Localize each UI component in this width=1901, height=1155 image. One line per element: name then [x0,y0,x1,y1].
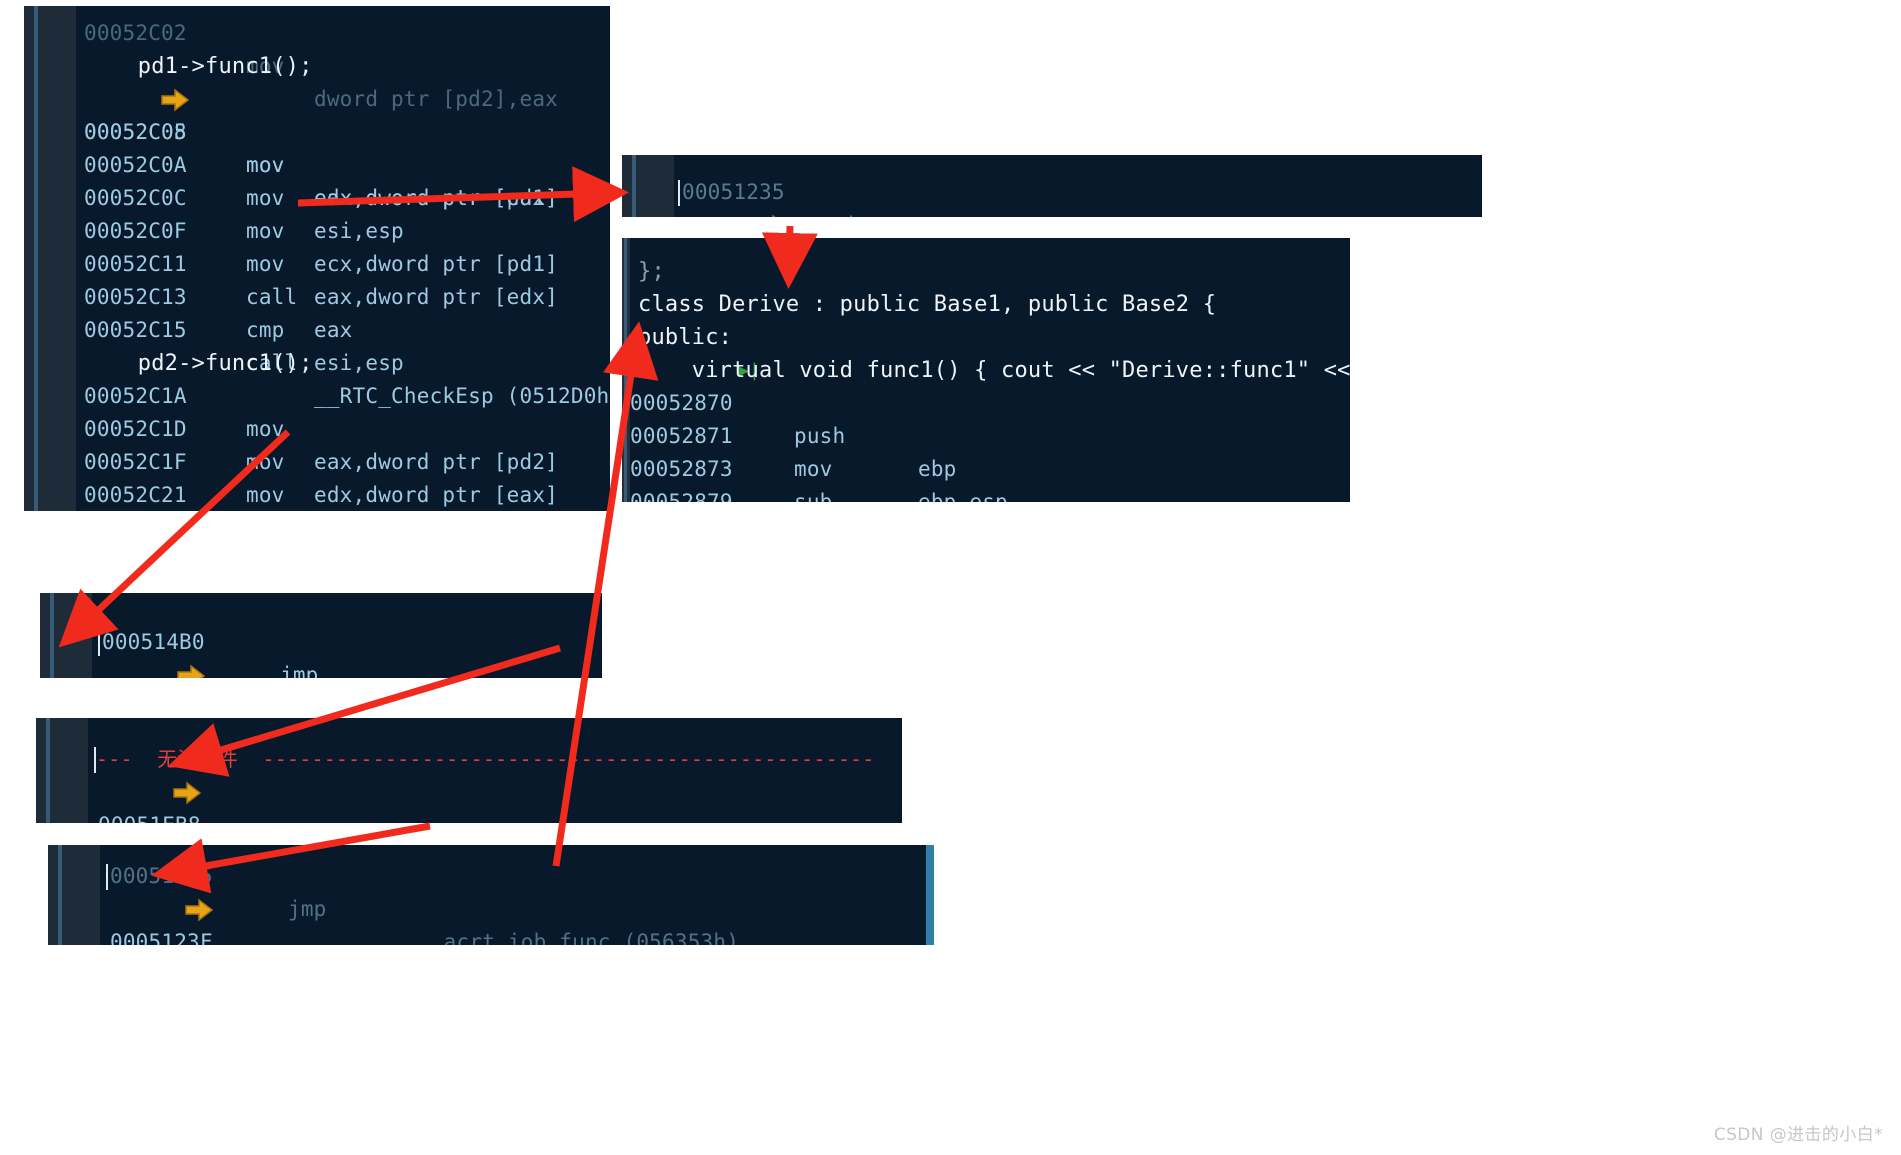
table-row[interactable]: 00052C1D mov edx,dword ptr [eax] [24,380,610,507]
table-row[interactable]: 0005123F jmp std::basic_ostream<char,std… [48,893,934,945]
table-row[interactable]: 00052871 mov ebp,esp [622,387,1350,502]
table-row[interactable]: 0005123F jmp std::basic_ostream<char,std… [622,209,1482,217]
source-line-virtual-func[interactable]: virtual void func1() { cout << "Derive::… [622,321,1350,383]
current-instruction-arrow [56,860,214,922]
table-row[interactable]: 00051244 jmp main::func1 (0523CB0h) [48,926,934,945]
current-instruction-arrow [630,176,776,217]
no-source-file-separator: --- 无源文件 -------------------------------… [36,718,902,771]
csdn-watermark: CSDN @进击的小白* [1713,1125,1883,1145]
table-row[interactable]: 00052C08 mov edx,dword ptr [eax] [24,83,610,210]
table-row[interactable]: 00051EB5 sub ecx,8 已用时间 <= 1ms [36,743,902,805]
table-row[interactable]: 00052C0A mov esi,esp [24,116,610,243]
screenshot-stage: 00052C02 mov dword ptr [pd2],eax pd1->fu… [0,0,1901,1155]
disassembly-rows: 000514B0 jmp Base1::func2 (0528F0h) 0005… [40,593,602,678]
panel-disassembly-main[interactable]: 00052C02 mov dword ptr [pd2],eax pd1->fu… [24,6,610,511]
panel-derive-source[interactable]: }; class Derive : public Base1, public B… [622,238,1350,502]
table-row[interactable]: 00051235 jmp __acrt_iob_func (056353h) [48,845,934,945]
table-row[interactable]: 00052C24 mov eax,dword ptr [edx] [24,479,610,511]
table-row[interactable]: 00052C11 call eax [24,215,610,342]
table-row[interactable]: 000514B5 jmp Derive::func1 (051EB5h) [40,626,602,678]
disassembly-rows: 00051235 jmp __acrt_iob_func (056353h) 0… [48,845,934,945]
table-row[interactable]: 00051235 jmp __acrt_iob_func (056353h) [622,155,1482,217]
table-row[interactable]: 0005123A jmp Derive::func1 (052870h) 已用时… [622,176,1482,217]
panel-thunk-top[interactable]: 00051235 jmp __acrt_iob_func (056353h) 0… [622,155,1482,217]
table-row[interactable]: 00051EBD jmp dword ptr [__imp_std::basic… [36,809,902,823]
table-row[interactable]: 00052C15 call __RTC_CheckEsp (0512D0h) [24,281,610,408]
table-row[interactable]: 00052C13 cmp esi,esp [24,248,610,375]
table-row[interactable]: 00052C21 mov ecx,dword ptr [pd2] [24,446,610,507]
table-row[interactable]: 0005123A jmp Derive::func1 (052870h) 已用时… [48,860,934,922]
source-rows: }; class Derive : public Base1, public B… [622,238,1350,502]
panel-vtable-thunks[interactable]: 000514B0 jmp Base1::func2 (0528F0h) 0005… [40,593,602,678]
table-row[interactable]: 00052C05 mov eax,dword ptr [pd1] [24,50,610,210]
table-row[interactable]: 00051EB8 jmp Derive::func1 (05123Ah) [36,776,902,823]
current-instruction-arrow [44,743,202,805]
table-row[interactable]: 00052873 sub esp,0CCh [622,420,1350,502]
scrollbar-thumb[interactable] [926,845,934,945]
disassembly-rows: 00051235 jmp __acrt_iob_func (056353h) 0… [622,155,1482,217]
current-instruction-arrow [32,50,190,112]
source-line-access-specifier[interactable]: public: ▶| [622,288,1350,381]
current-instruction-arrow [48,626,206,678]
source-line[interactable]: }; [622,238,1350,284]
table-row[interactable]: 00052879 push ebx [622,453,1350,502]
table-row[interactable]: 00052C0C mov ecx,dword ptr [pd1] [24,149,610,276]
disassembly-rows: 00052C02 mov dword ptr [pd2],eax pd1->fu… [24,6,610,511]
panel-thunk-bottom[interactable]: 00051235 jmp __acrt_iob_func (056353h) 0… [48,845,934,945]
table-row[interactable]: 00052C02 mov dword ptr [pd2],eax [24,6,610,111]
source-line[interactable]: pd2->func1(); [24,314,610,376]
table-row[interactable]: 00052C1F mov esi,esp [24,413,610,507]
disassembly-rows: --- 无源文件 -------------------------------… [36,718,902,823]
table-row[interactable]: 0005287A push esi [622,486,1350,502]
source-line[interactable]: pd1->func1(); [24,17,610,79]
table-row[interactable]: 00052870 push ebp [622,354,1350,481]
panel-adjustor-thunk[interactable]: --- 无源文件 -------------------------------… [36,718,902,823]
table-row[interactable]: 000514BA jmp Base2::func1 (0527F0h) [40,659,602,678]
table-row[interactable]: 000514B0 jmp Base1::func2 (0528F0h) [40,593,602,678]
table-row[interactable]: 00052C1A mov eax,dword ptr [pd2] [24,347,610,474]
table-row[interactable]: 00052C0F mov eax,dword ptr [edx] [24,182,610,309]
source-line-class-decl[interactable]: class Derive : public Base1, public Base… [622,255,1350,317]
